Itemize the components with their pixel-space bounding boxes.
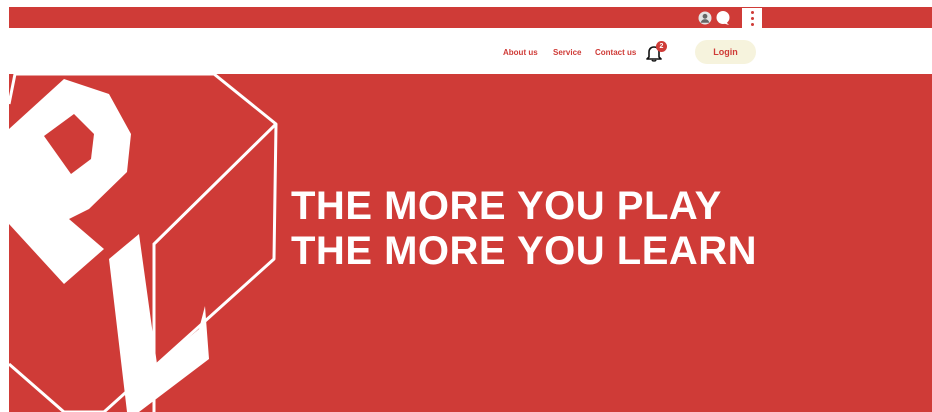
login-button[interactable]: Login [695, 40, 756, 64]
kebab-dot [750, 22, 754, 26]
nav-link-contact-us[interactable]: Contact us [595, 48, 636, 57]
top-bar [9, 7, 932, 28]
notification-badge: 2 [656, 41, 667, 52]
top-bar-icons [698, 9, 731, 26]
kebab-menu-icon[interactable] [742, 8, 762, 28]
hero-headline: THE MORE YOU PLAY THE MORE YOU LEARN [291, 184, 757, 274]
user-icon[interactable] [698, 11, 712, 25]
notification-bell[interactable]: 2 [646, 41, 668, 63]
hero-headline-line-2: THE MORE YOU LEARN [291, 229, 758, 273]
hero-banner: THE MORE YOU PLAY THE MORE YOU LEARN [9, 74, 932, 412]
nav-link-service[interactable]: Service [553, 48, 581, 57]
navbar: About us Service Contact us 2 Login [9, 28, 932, 74]
pl-cube-logo [9, 74, 278, 412]
kebab-dot [750, 16, 754, 20]
chat-icon[interactable] [715, 10, 731, 26]
hero-headline-line-1: THE MORE YOU PLAY [291, 184, 722, 228]
kebab-dot [750, 10, 754, 14]
nav-link-about-us[interactable]: About us [503, 48, 538, 57]
